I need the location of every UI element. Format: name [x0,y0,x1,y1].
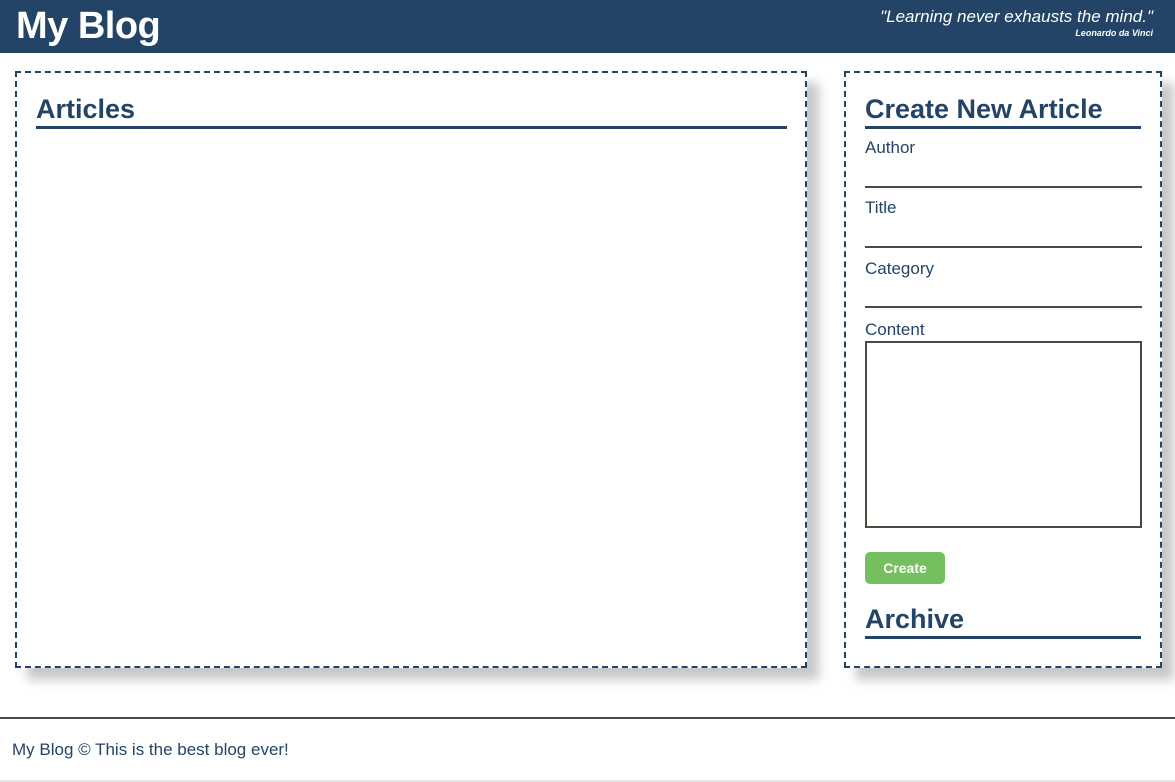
quote-text: "Learning never exhausts the mind." [880,7,1153,26]
create-button[interactable]: Create [865,552,945,584]
content-textarea[interactable] [865,341,1142,528]
articles-heading: Articles [36,93,787,129]
category-input[interactable] [865,280,1142,308]
quote-author: Leonardo da Vinci [1075,28,1153,38]
footer-divider [0,717,1175,719]
site-header: My Blog "Learning never exhausts the min… [0,0,1175,53]
sidebar-panel: Create New Article Author Title Category… [844,71,1162,668]
articles-panel: Articles [15,71,807,668]
create-article-heading: Create New Article [865,93,1141,129]
title-label: Title [865,198,897,217]
header-quote: "Learning never exhausts the mind." Leon… [880,7,1153,39]
site-logo[interactable]: My Blog [16,4,161,48]
footer-text: My Blog © This is the best blog ever! [12,740,289,759]
author-input[interactable] [865,160,1142,188]
author-label: Author [865,138,916,157]
archive-heading: Archive [865,603,1141,639]
title-input[interactable] [865,220,1142,248]
content-label: Content [865,320,925,339]
category-label: Category [865,259,934,278]
